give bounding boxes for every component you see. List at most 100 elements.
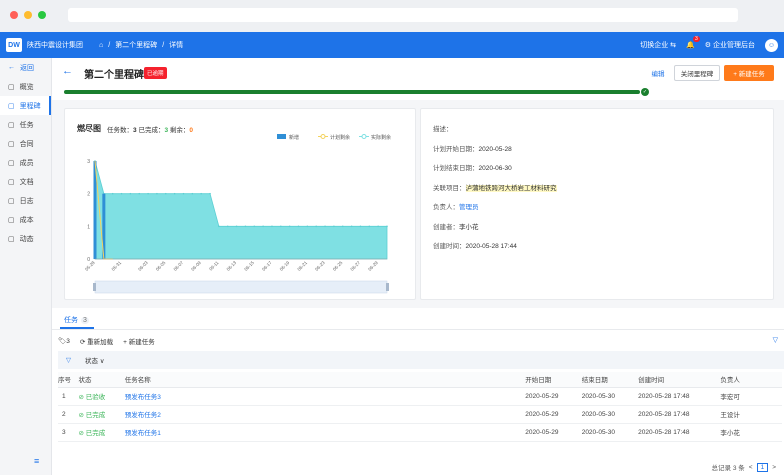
page-title: 第二个里程碑 — [84, 70, 144, 81]
actual-remaining-point — [138, 192, 141, 195]
add-task-button[interactable]: + 新建任务 — [123, 336, 155, 346]
column-header[interactable]: 负责人 — [720, 372, 782, 388]
created-time: 2020-05-28 17:48 — [638, 387, 721, 406]
column-header[interactable]: 结束日期 — [581, 372, 639, 388]
sidebar-item-8[interactable]: ▢ 成本 — [0, 210, 51, 229]
table-row[interactable]: 1 ⊘ 已验收 预发布任务3 2020-05-29 2020-05-30 2020-05-… — [58, 387, 782, 406]
crumb-milestone[interactable]: 第二个里程碑 — [115, 40, 157, 50]
x-tick-label: 06-29 — [367, 260, 379, 272]
address-bar[interactable] — [68, 8, 738, 22]
collapse-menu-icon[interactable]: ≡ — [34, 456, 39, 466]
maximize-dot[interactable] — [38, 11, 46, 19]
actual-remaining-point — [341, 225, 344, 228]
task-name[interactable]: 预发布任务1 — [124, 423, 526, 442]
burndown-card: 燃尽图 任务数：3 已完成：3 剩余：0 新增 计划剩余 实际剩余 0 1 2 3 05-28… — [64, 108, 416, 300]
status-filter[interactable]: 状态 ∨ — [85, 355, 105, 365]
column-header[interactable]: 创建时间 — [638, 372, 721, 388]
settings-icon: ⚙ — [704, 42, 712, 49]
sidebar-item-2[interactable]: ▢ 里程碑 — [0, 96, 51, 115]
legend-label: 计划剩余 — [330, 134, 350, 141]
tag-count[interactable]: 🏷3 — [58, 337, 70, 345]
prev-page-icon[interactable]: < — [749, 464, 753, 471]
info-row: 关联项目：泸蒲地铁跨河大桥岩工材料研究 — [433, 184, 557, 192]
info-row: 计划结束日期：2020-06-30 — [433, 165, 512, 172]
info-value[interactable]: 泸蒲地铁跨河大桥岩工材料研究 — [465, 184, 557, 192]
zoom-slider[interactable] — [94, 280, 388, 294]
home-icon[interactable]: ⌂ — [99, 42, 103, 49]
table-row[interactable]: 3 ⊘ 已完成 预发布任务1 2020-05-29 2020-05-30 2020-05-… — [58, 423, 782, 442]
column-header[interactable]: 任务名称 — [124, 372, 526, 388]
actual-remaining-point — [350, 225, 353, 228]
overview-icon: ▢ — [8, 83, 15, 91]
sidebar-item-label: 成本 — [19, 216, 34, 224]
actual-remaining-point — [271, 225, 273, 228]
notification-badge: 3 — [692, 36, 700, 42]
sidebar-item-5[interactable]: ▢ 成员 — [0, 153, 51, 172]
browser-chrome — [0, 0, 784, 32]
next-page-icon[interactable]: > — [772, 464, 776, 471]
x-tick-label: 06-25 — [332, 260, 344, 272]
zoom-handle-left[interactable] — [93, 283, 96, 291]
actual-remaining-point — [262, 225, 264, 228]
back-arrow-icon[interactable]: ← — [62, 65, 73, 77]
info-value[interactable]: 管理员 — [459, 204, 479, 211]
milestone-info-card: 描述： 计划开始日期：2020-05-28 计划结束日期：2020-06-30 关联项… — [420, 108, 774, 300]
actual-remaining-point — [324, 225, 326, 228]
tab-tasks[interactable]: 任务 3 — [64, 315, 89, 325]
x-tick-label: 06-05 — [155, 260, 167, 272]
document-icon: ▢ — [8, 178, 15, 186]
sidebar-item-7[interactable]: ▢ 日志 — [0, 191, 51, 210]
sidebar-item-0[interactable]: ← 返回 — [0, 58, 51, 77]
table-row[interactable]: 2 ⊘ 已完成 预发布任务2 2020-05-29 2020-05-30 2020-05-… — [58, 405, 782, 424]
info-value: 2020-05-28 — [478, 145, 512, 153]
actual-remaining-point — [218, 225, 220, 228]
close-milestone-button[interactable]: 关闭里程碑 — [674, 65, 720, 81]
actual-remaining-point — [182, 192, 185, 195]
page-header: ← 第二个里程碑 已逾期 编辑 关闭里程碑 + 新建任务 ✓ — [52, 58, 784, 100]
info-row: 描述： — [433, 126, 453, 133]
sidebar-item-4[interactable]: ▢ 合同 — [0, 134, 51, 153]
user-avatar[interactable]: ☺ — [765, 38, 778, 52]
minimize-dot[interactable] — [24, 11, 32, 19]
sidebar-item-label: 成员 — [19, 159, 34, 167]
total-records: 总记录 3 条 — [711, 465, 745, 472]
task-name[interactable]: 预发布任务3 — [124, 387, 526, 406]
main-content: ← 第二个里程碑 已逾期 编辑 关闭里程碑 + 新建任务 ✓ 燃尽图 任务数：3… — [52, 58, 784, 475]
sidebar-item-3[interactable]: ▢ 任务 — [0, 115, 51, 134]
switch-company[interactable]: 切换企业 ⇆ — [640, 40, 676, 50]
column-header[interactable]: 开始日期 — [525, 372, 582, 388]
sidebar-item-label: 里程碑 — [19, 102, 41, 110]
x-tick-label: 06-03 — [137, 260, 149, 272]
sidebar-item-9[interactable]: ▢ 动态 — [0, 229, 51, 248]
sidebar-item-6[interactable]: ▢ 文档 — [0, 172, 51, 191]
zoom-handle-right[interactable] — [386, 283, 389, 291]
sidebar-item-1[interactable]: ▢ 概览 — [0, 77, 51, 96]
bell-icon[interactable]: 🔔 3 — [686, 36, 700, 49]
sidebar-item-label: 概览 — [19, 83, 34, 91]
y-tick-label: 3 — [87, 159, 90, 165]
new-task-button[interactable]: + 新建任务 — [724, 65, 774, 81]
reload-button[interactable]: ⟳ 重新加载 — [80, 336, 113, 346]
page-number[interactable]: 1 — [756, 462, 769, 472]
row-index: 3 — [58, 423, 79, 442]
actual-remaining-point — [288, 225, 291, 228]
actual-remaining-point — [377, 225, 379, 228]
info-value: 李小花 — [459, 223, 479, 231]
owner: 李宏可 — [720, 387, 782, 406]
admin-link[interactable]: ⚙ 企业管理后台 — [705, 40, 755, 50]
check-circle-icon: ⊘ — [78, 394, 84, 401]
task-name[interactable]: 预发布任务2 — [124, 405, 526, 424]
funnel-icon[interactable]: ▽ — [66, 356, 71, 364]
check-circle-icon: ⊘ — [78, 430, 84, 437]
x-tick-label: 06-07 — [173, 260, 185, 272]
log-icon: ▢ — [8, 197, 15, 205]
column-header[interactable]: 序号 — [58, 372, 79, 388]
close-dot[interactable] — [10, 11, 18, 19]
edit-button[interactable]: 编辑 — [648, 65, 668, 81]
sidebar-item-label: 返回 — [20, 64, 34, 72]
column-header[interactable]: 状态 — [78, 372, 125, 388]
sidebar-item-label: 任务 — [19, 121, 34, 129]
start-date: 2020-05-29 — [525, 387, 582, 406]
filter-icon[interactable]: ▽ — [773, 336, 778, 344]
logo: DW — [6, 38, 22, 52]
